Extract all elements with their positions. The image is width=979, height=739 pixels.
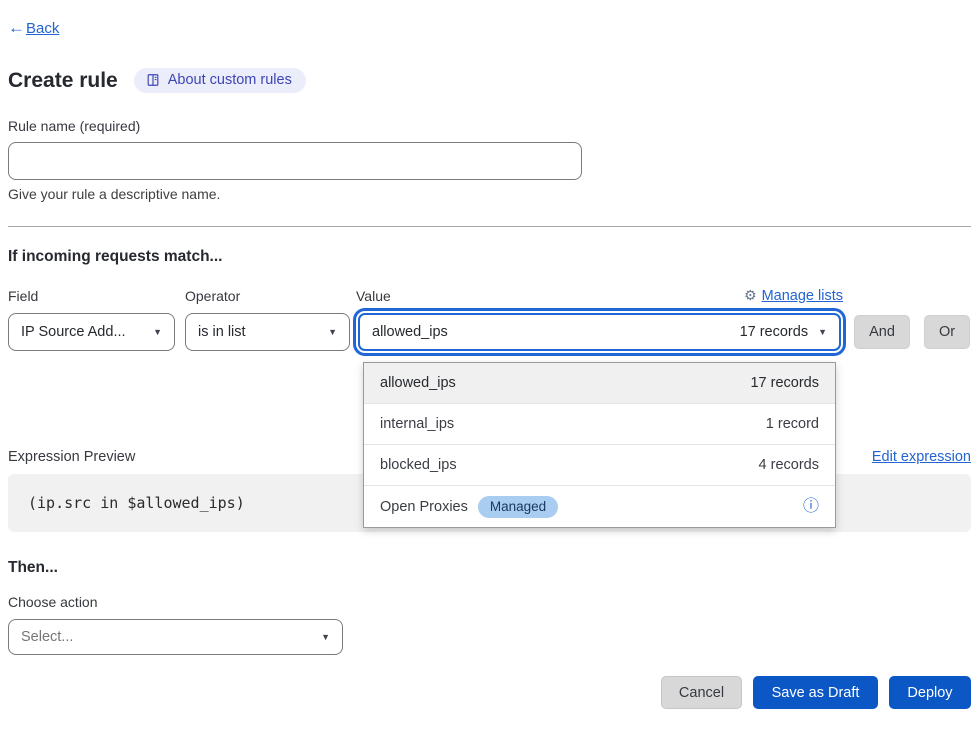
title-row: Create rule About custom rules xyxy=(8,68,971,93)
rule-name-helper: Give your rule a descriptive name. xyxy=(8,186,971,202)
value-label: Value xyxy=(356,288,391,304)
list-item-blocked-ips[interactable]: blocked_ips 4 records xyxy=(364,445,835,486)
edit-expression-link[interactable]: Edit expression xyxy=(872,449,971,465)
operator-select[interactable]: is in list ▼ xyxy=(185,313,350,351)
chevron-down-icon: ▼ xyxy=(321,632,330,642)
rule-name-label: Rule name (required) xyxy=(8,118,971,134)
or-button[interactable]: Or xyxy=(924,315,970,349)
value-select-name: allowed_ips xyxy=(372,324,448,340)
value-select[interactable]: allowed_ips 17 records ▼ xyxy=(358,313,841,351)
page-title: Create rule xyxy=(8,69,118,93)
deploy-button[interactable]: Deploy xyxy=(889,676,971,709)
operator-select-value: is in list xyxy=(198,324,246,340)
section-divider xyxy=(8,226,971,227)
match-section-heading: If incoming requests match... xyxy=(8,248,971,266)
save-as-draft-button[interactable]: Save as Draft xyxy=(753,676,878,709)
create-rule-page: ← Back Create rule About custom rules Ru… xyxy=(0,0,979,709)
cancel-button[interactable]: Cancel xyxy=(661,676,742,709)
action-select[interactable]: Select... ▼ xyxy=(8,619,343,655)
list-item-name: blocked_ips xyxy=(380,457,457,473)
info-icon[interactable]: ⓘ xyxy=(803,499,819,515)
list-item-count: 17 records xyxy=(750,375,819,391)
field-select-value: IP Source Add... xyxy=(21,324,126,340)
list-item-allowed-ips[interactable]: allowed_ips 17 records xyxy=(364,363,835,404)
back-row: ← Back xyxy=(8,18,971,38)
footer-actions: Cancel Save as Draft Deploy xyxy=(8,676,971,709)
and-button[interactable]: And xyxy=(854,315,910,349)
action-select-placeholder: Select... xyxy=(21,629,73,645)
value-select-count: 17 records xyxy=(740,324,809,340)
about-custom-rules-badge[interactable]: About custom rules xyxy=(134,68,306,93)
back-link[interactable]: ← Back xyxy=(8,18,59,38)
back-link-label: Back xyxy=(26,20,59,37)
list-item-count: 1 record xyxy=(766,416,819,432)
field-label: Field xyxy=(8,288,175,304)
value-dropdown-menu: allowed_ips 17 records internal_ips 1 re… xyxy=(363,362,836,528)
expression-code: (ip.src in $allowed_ips) xyxy=(28,494,245,512)
list-item-internal-ips[interactable]: internal_ips 1 record xyxy=(364,404,835,445)
rule-name-input[interactable] xyxy=(8,142,582,180)
list-item-open-proxies[interactable]: Open Proxies Managed ⓘ xyxy=(364,486,835,527)
condition-controls-row: IP Source Add... ▼ is in list ▼ allowed_… xyxy=(8,313,971,351)
operator-label: Operator xyxy=(185,288,350,304)
manage-lists-label: Manage lists xyxy=(762,288,843,304)
condition-labels-row: Field Operator Value ⚙ Manage lists xyxy=(8,287,971,304)
chevron-down-icon: ▼ xyxy=(818,327,827,337)
chevron-down-icon: ▼ xyxy=(153,327,162,337)
expression-preview-label: Expression Preview xyxy=(8,449,135,465)
book-icon xyxy=(146,73,160,87)
list-item-count: 4 records xyxy=(759,457,819,473)
manage-lists-link[interactable]: ⚙ Manage lists xyxy=(744,287,843,304)
then-section-heading: Then... xyxy=(8,559,971,577)
list-item-name: allowed_ips xyxy=(380,375,456,391)
managed-badge: Managed xyxy=(478,496,558,518)
choose-action-label: Choose action xyxy=(8,594,971,610)
back-arrow-icon: ← xyxy=(8,18,25,38)
gear-icon: ⚙ xyxy=(744,287,757,304)
chevron-down-icon: ▼ xyxy=(328,327,337,337)
about-badge-label: About custom rules xyxy=(168,72,292,88)
list-item-name: Open Proxies xyxy=(380,499,468,515)
field-select[interactable]: IP Source Add... ▼ xyxy=(8,313,175,351)
list-item-name: internal_ips xyxy=(380,416,454,432)
